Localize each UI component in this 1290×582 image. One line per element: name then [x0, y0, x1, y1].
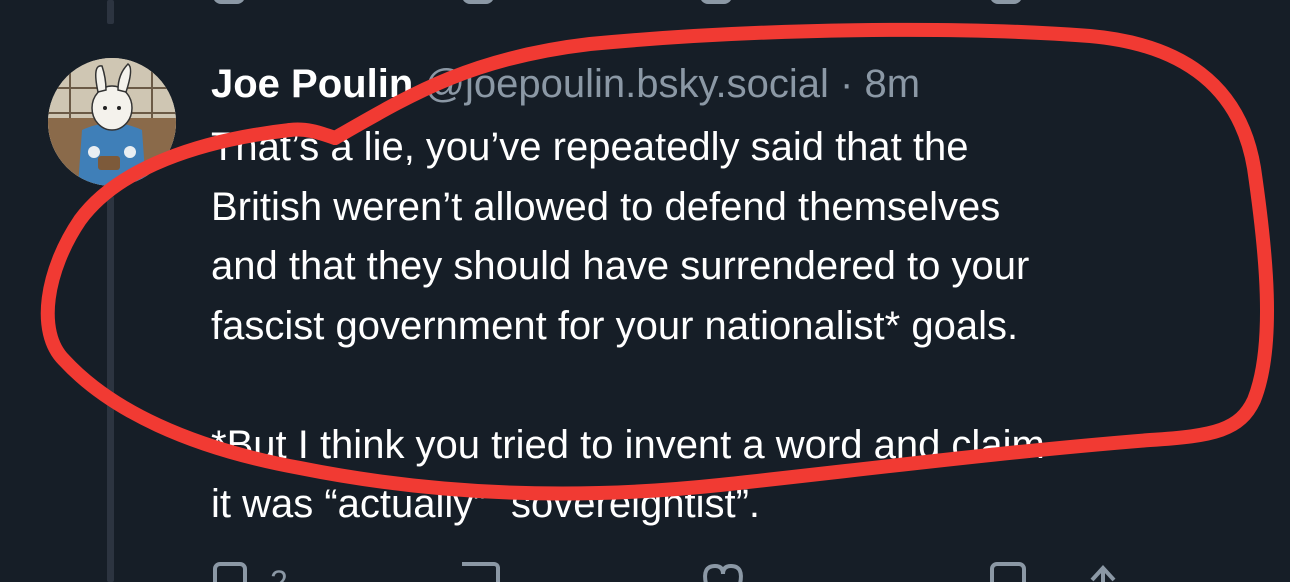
reply-icon[interactable]	[213, 0, 245, 4]
handle[interactable]: @joepoulin.bsky.social	[424, 62, 829, 106]
thread-line	[107, 0, 114, 24]
heart-icon[interactable]	[700, 0, 732, 4]
body-line: British weren’t allowed to defend themse…	[211, 184, 1001, 229]
share-icon[interactable]	[1086, 562, 1120, 582]
reply-icon[interactable]	[213, 562, 247, 582]
quote-icon[interactable]	[990, 0, 1022, 4]
body-line: fascist government for your nationalist*…	[211, 303, 1019, 348]
post-header: Joe Poulin @joepoulin.bsky.social · 8m	[211, 56, 1271, 112]
repost-icon[interactable]	[462, 0, 494, 4]
heart-icon[interactable]	[700, 562, 746, 582]
timestamp[interactable]: 8m	[864, 62, 920, 106]
thread-line	[107, 196, 114, 582]
avatar[interactable]	[48, 58, 176, 186]
body-line: That’s a lie, you’ve repeatedly said tha…	[211, 125, 969, 169]
previous-post-actions	[0, 0, 1290, 8]
reply-count: 2	[270, 564, 288, 582]
footnote-line: it was “actually” “sovereigntist”.	[211, 482, 761, 526]
quote-icon[interactable]	[990, 562, 1026, 582]
post-actions: 2	[0, 562, 1290, 582]
footnote-line: *But I think you tried to invent a word …	[211, 422, 1045, 467]
display-name[interactable]: Joe Poulin	[211, 62, 413, 106]
post[interactable]: Joe Poulin @joepoulin.bsky.social · 8m T…	[211, 56, 1271, 535]
separator: ·	[840, 62, 854, 106]
avatar-illustration-icon	[48, 58, 176, 186]
body-line: and that they should have surrendered to…	[211, 244, 1030, 288]
repost-icon[interactable]	[462, 562, 500, 582]
post-body: That’s a lie, you’ve repeatedly said tha…	[211, 118, 1271, 535]
